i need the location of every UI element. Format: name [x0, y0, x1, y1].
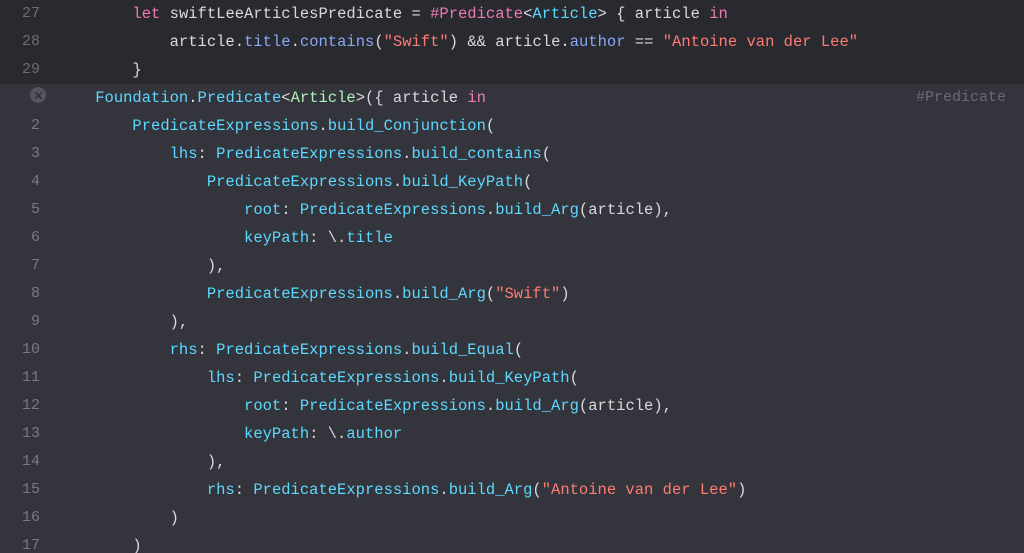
code-line: 29 } — [0, 56, 1024, 84]
code-line: 5 root: PredicateExpressions.build_Arg(a… — [0, 196, 1024, 224]
line-number: 4 — [0, 168, 58, 196]
line-number: 8 — [0, 280, 58, 308]
line-number: 6 — [0, 224, 58, 252]
code-line: 6 keyPath: \.title — [0, 224, 1024, 252]
line-number: 2 — [0, 112, 58, 140]
code-line: 2 PredicateExpressions.build_Conjunction… — [0, 112, 1024, 140]
code-line: 27 let swiftLeeArticlesPredicate = #Pred… — [0, 0, 1024, 28]
line-number: 9 — [0, 308, 58, 336]
line-number: 14 — [0, 448, 58, 476]
code-line: 28 article.title.contains("Swift") && ar… — [0, 28, 1024, 56]
line-number: 28 — [0, 28, 58, 56]
line-number: 11 — [0, 364, 58, 392]
code-line: 14 ), — [0, 448, 1024, 476]
code-line: 15 rhs: PredicateExpressions.build_Arg("… — [0, 476, 1024, 504]
code-line: 8 PredicateExpressions.build_Arg("Swift"… — [0, 280, 1024, 308]
code-line: Foundation.Predicate<Article>({ article … — [0, 84, 1024, 112]
code-line: 7 ), — [0, 252, 1024, 280]
code-line: 12 root: PredicateExpressions.build_Arg(… — [0, 392, 1024, 420]
code-line: 10 rhs: PredicateExpressions.build_Equal… — [0, 336, 1024, 364]
code-line: 13 keyPath: \.author — [0, 420, 1024, 448]
line-number: 5 — [0, 196, 58, 224]
code-line: 16 ) — [0, 504, 1024, 532]
line-number: 29 — [0, 56, 58, 84]
line-number: 7 — [0, 252, 58, 280]
line-number: 27 — [0, 0, 58, 28]
line-number: 10 — [0, 336, 58, 364]
line-number: 12 — [0, 392, 58, 420]
code-line: 9 ), — [0, 308, 1024, 336]
close-icon[interactable] — [30, 87, 46, 103]
code-editor[interactable]: 27 let swiftLeeArticlesPredicate = #Pred… — [0, 0, 1024, 553]
line-number: 13 — [0, 420, 58, 448]
line-number: 17 — [0, 532, 58, 553]
code-line: 11 lhs: PredicateExpressions.build_KeyPa… — [0, 364, 1024, 392]
line-number: 15 — [0, 476, 58, 504]
macro-expansion-block: #Predicate Foundation.Predicate<Article>… — [0, 84, 1024, 553]
line-number: 16 — [0, 504, 58, 532]
line-number: 3 — [0, 140, 58, 168]
code-line: 3 lhs: PredicateExpressions.build_contai… — [0, 140, 1024, 168]
code-line: 17 ) — [0, 532, 1024, 553]
code-line: 4 PredicateExpressions.build_KeyPath( — [0, 168, 1024, 196]
